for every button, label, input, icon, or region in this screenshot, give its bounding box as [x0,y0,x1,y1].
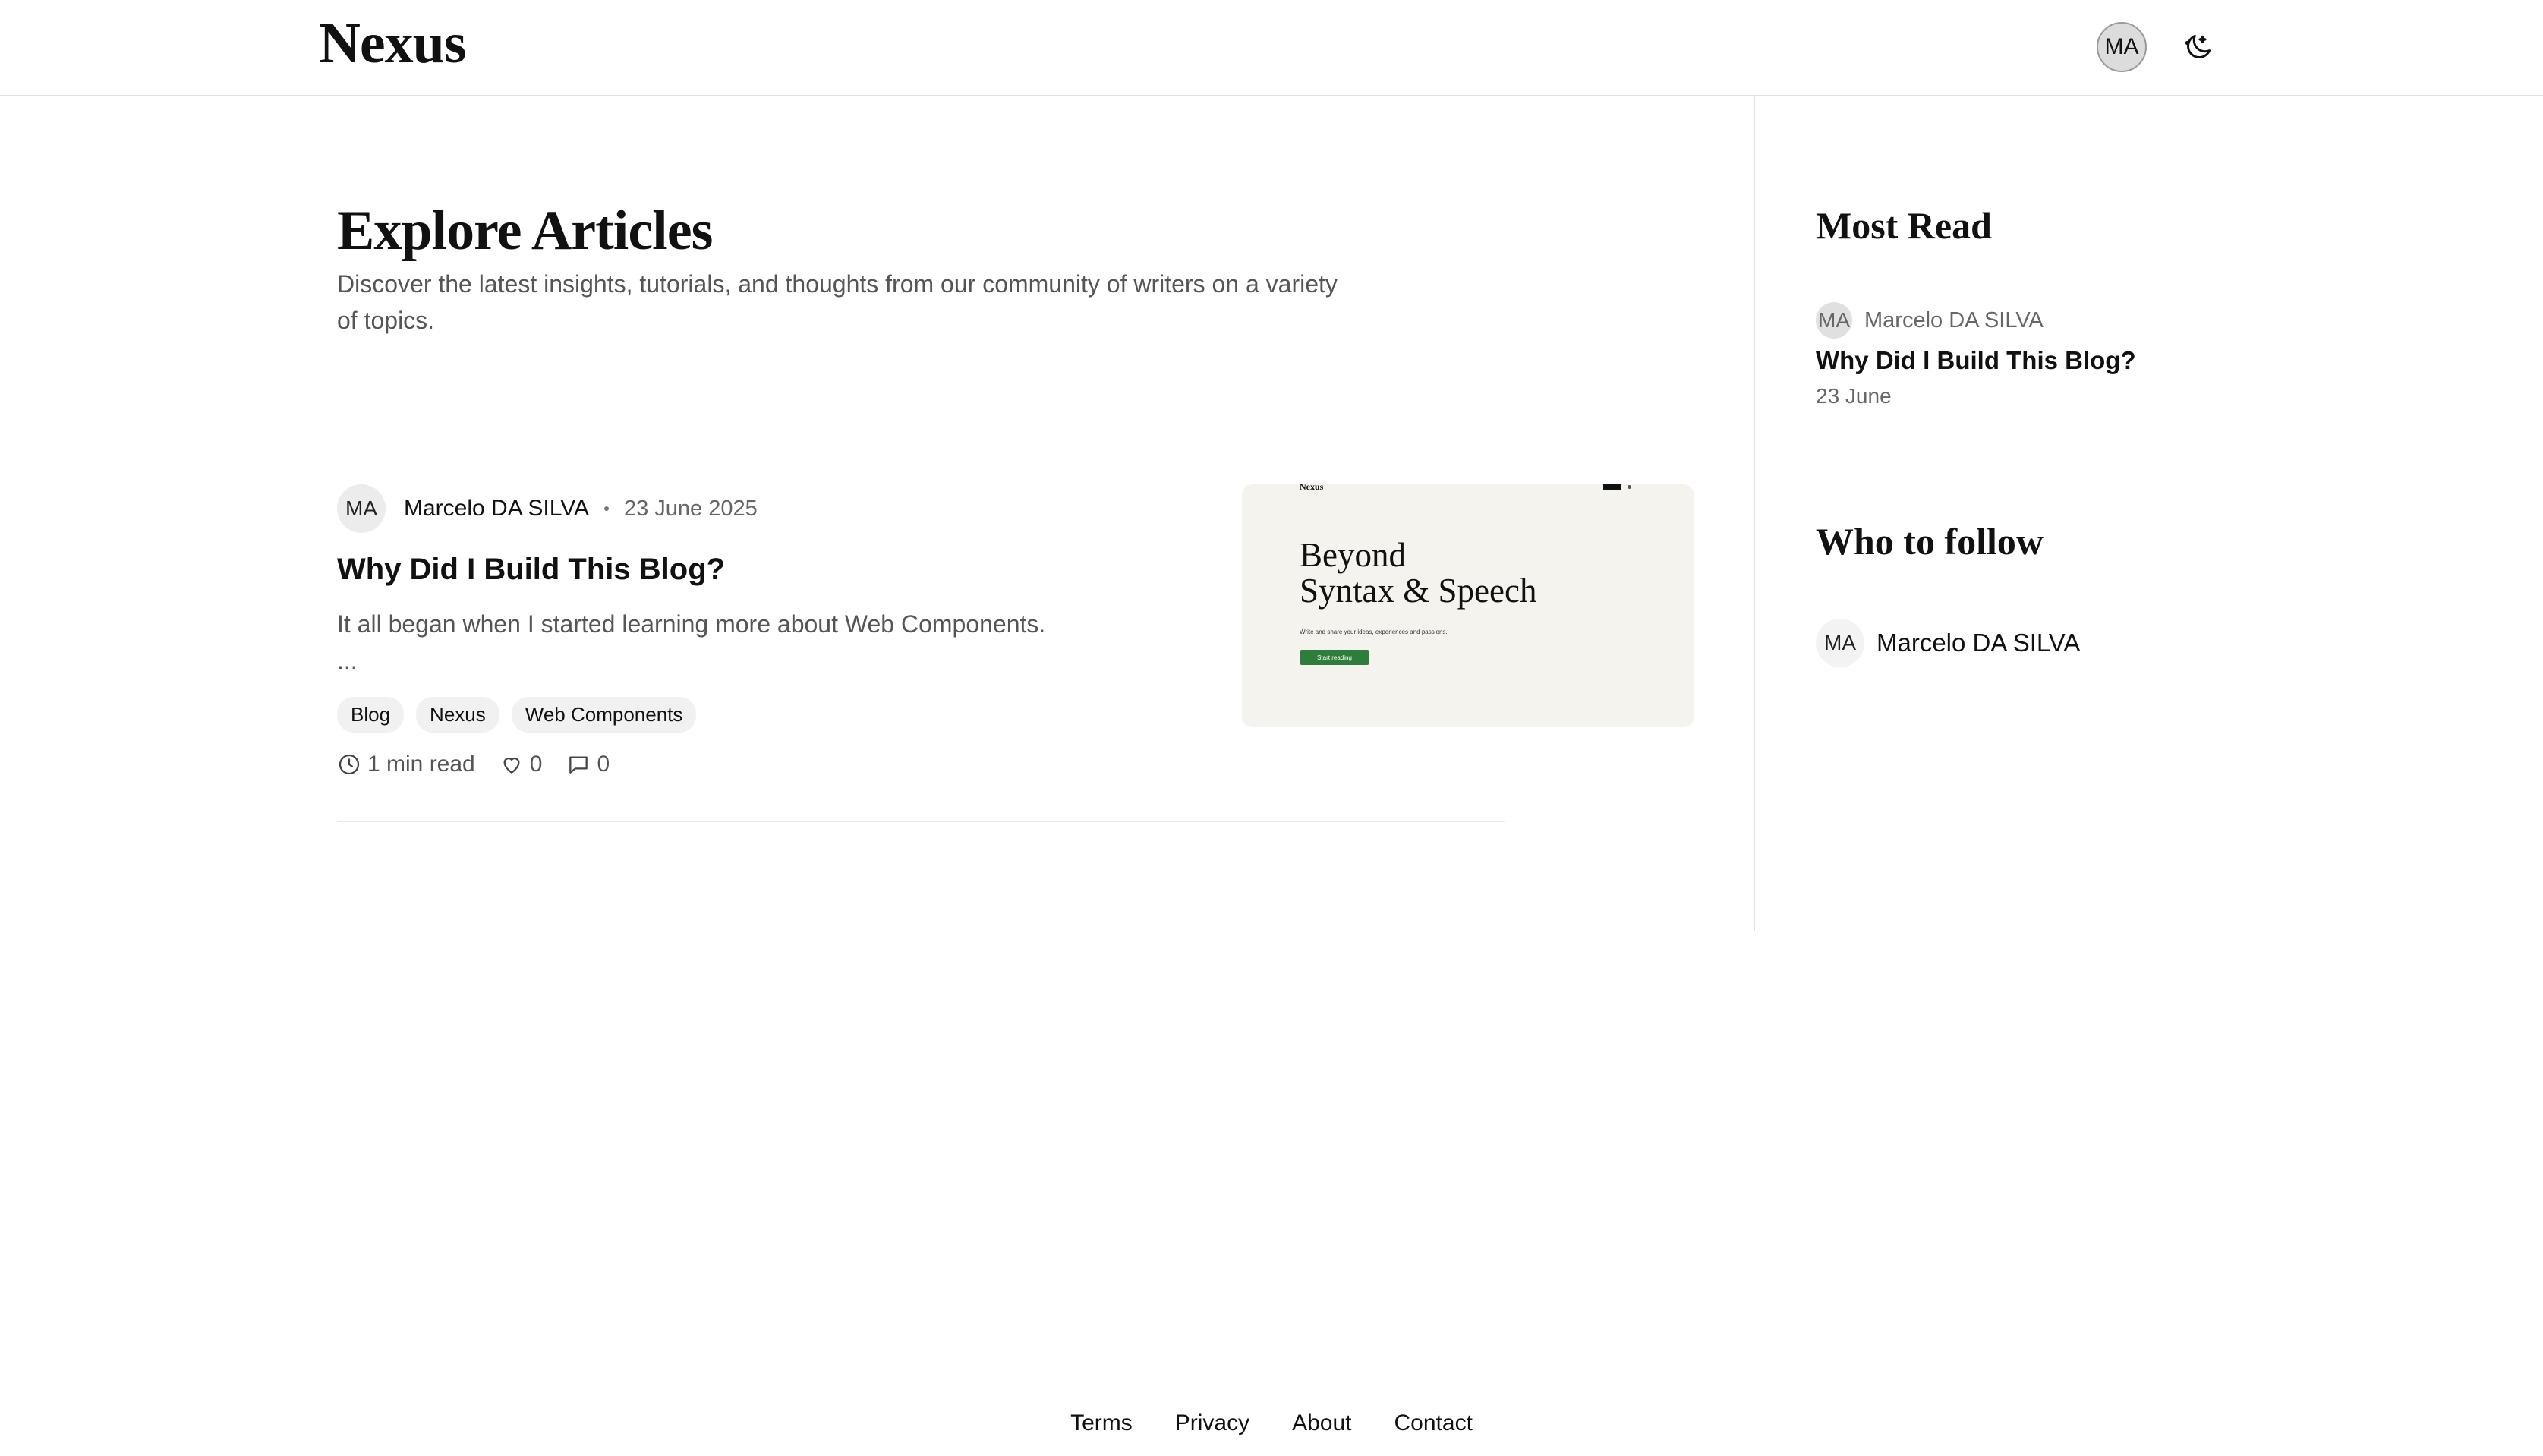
thumbnail-button: Start reading [1300,650,1369,665]
site-footer: Terms Privacy About Contact [0,1410,2543,1436]
most-read-item-date: 23 June [1816,384,1892,408]
most-read-title: Most Read [1816,204,1992,247]
thumbnail-header-button [1603,484,1621,490]
user-avatar-button[interactable]: MA [2097,22,2147,72]
read-time: 1 min read [337,752,475,777]
article-thumbnail[interactable]: Nexus Beyond Syntax & Speech Write and s… [1242,484,1694,727]
article-date: 23 June 2025 [623,496,758,521]
article-excerpt-ellipsis: ... [337,647,358,674]
comment-button[interactable]: 0 [566,752,610,777]
follow-name[interactable]: Marcelo DA SILVA [1877,629,2080,657]
thumbnail-logo: Nexus [1300,484,1324,492]
like-button[interactable]: 0 [499,752,543,777]
comment-icon [569,756,588,774]
thumbnail-heading-line2: Syntax & Speech [1300,572,1537,610]
most-read-author-name[interactable]: Marcelo DA SILVA [1864,308,2044,333]
theme-toggle-button[interactable] [2177,26,2220,68]
thumbnail-header-icon [1628,485,1631,489]
like-count: 0 [529,752,543,777]
footer-link-contact[interactable]: Contact [1394,1410,1473,1436]
article-stats: 1 min read 0 0 [337,752,634,777]
page-title: Explore Articles [337,200,713,262]
article-excerpt-text: It all began when I started learning mor… [337,610,1046,638]
tag-blog[interactable]: Blog [337,697,405,733]
footer-link-about[interactable]: About [1292,1410,1351,1436]
clock-icon [339,754,360,775]
footer-link-terms[interactable]: Terms [1070,1410,1133,1436]
moon-stars-icon [2185,34,2211,58]
heart-icon [503,757,520,774]
tag-nexus[interactable]: Nexus [416,697,499,733]
site-header: Nexus MA [0,0,2543,96]
comment-count: 0 [597,752,610,777]
meta-separator [603,506,609,511]
footer-link-privacy[interactable]: Privacy [1175,1410,1249,1436]
sidebar-divider [1754,96,1755,931]
site-logo[interactable]: Nexus [319,11,466,77]
most-read-item-title[interactable]: Why Did I Build This Blog? [1816,346,2136,375]
tag-web-components[interactable]: Web Components [511,697,697,733]
who-to-follow-title: Who to follow [1816,520,2044,563]
thumbnail-text: Write and share your ideas, experiences … [1300,629,1448,635]
most-read-author-avatar[interactable]: MA [1816,302,1852,339]
page-subtitle: Discover the latest insights, tutorials,… [337,270,1338,334]
thumbnail-heading: Beyond Syntax & Speech [1300,537,1664,609]
thumbnail-heading-line1: Beyond [1300,536,1406,574]
follow-suggestion[interactable]: MA Marcelo DA SILVA [1816,619,2080,667]
article-tags: Blog Nexus Web Components [337,697,697,733]
read-time-label: 1 min read [367,752,475,777]
author-name[interactable]: Marcelo DA SILVA [404,496,589,522]
article-divider [337,821,1505,822]
article-meta: MA Marcelo DA SILVA 23 June 2025 [337,484,758,533]
author-avatar[interactable]: MA [337,484,386,533]
most-read-item-meta: MA Marcelo DA SILVA [1816,302,2044,339]
article-title[interactable]: Why Did I Build This Blog? [337,553,725,587]
article-card[interactable]: MA Marcelo DA SILVA 23 June 2025 Why Did… [337,484,1696,823]
follow-avatar[interactable]: MA [1816,619,1864,667]
article-excerpt: It all began when I started learning mor… [337,606,1172,679]
